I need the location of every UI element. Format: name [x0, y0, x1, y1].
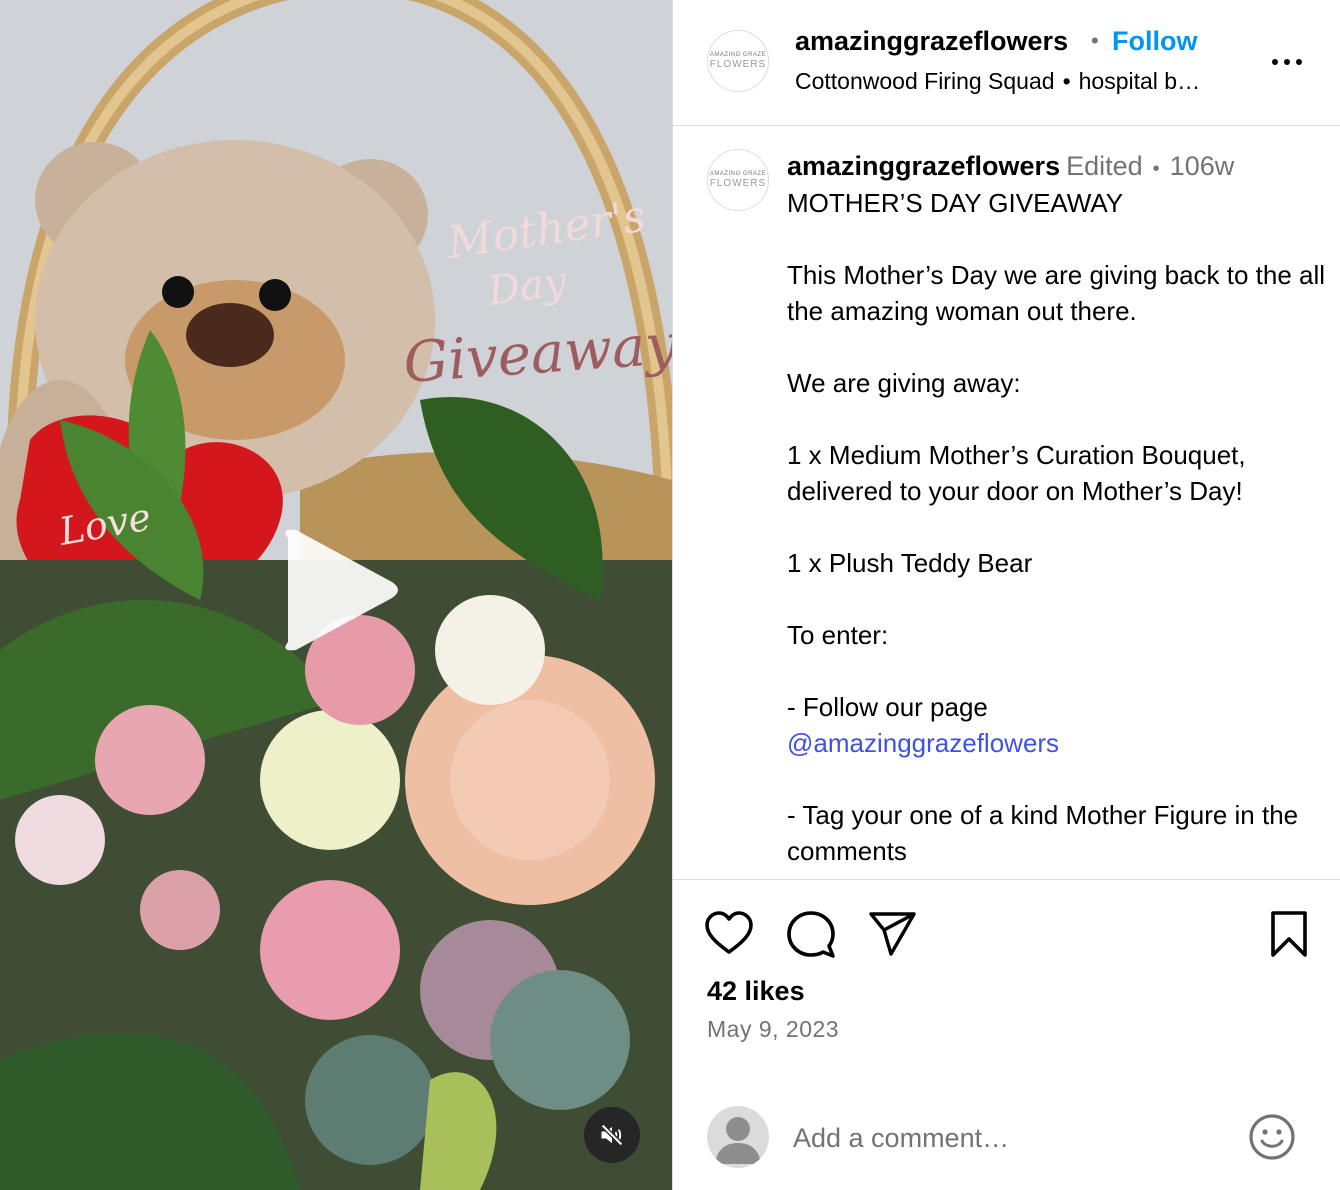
post-date[interactable]: May 9, 2023 — [707, 1016, 839, 1043]
like-heart-icon[interactable] — [703, 908, 755, 960]
caption-line — [787, 761, 1327, 797]
caption-line: This Mother’s Day we are giving back to … — [787, 260, 1326, 326]
post-age[interactable]: 106w — [1170, 151, 1235, 181]
caption-username[interactable]: amazinggrazeflowers — [787, 151, 1060, 181]
caption-line: MOTHER’S DAY GIVEAWAY — [787, 188, 1124, 218]
caption-line — [787, 509, 1327, 545]
mention-link[interactable]: @amazinggrazeflowers — [787, 728, 1059, 758]
post-actions: 42 likes May 9, 2023 — [673, 879, 1340, 1190]
post-details-panel: AMAZING GRAZE FLOWERS amazinggrazeflower… — [672, 0, 1340, 1190]
caption-line — [787, 401, 1327, 437]
caption-line: 1 x Medium Mother’s Curation Bouquet, de… — [787, 440, 1246, 506]
header-username[interactable]: amazinggrazeflowers — [795, 26, 1068, 57]
caption-line: We are giving away: — [787, 368, 1021, 398]
share-icon[interactable] — [867, 908, 919, 960]
caption-line: - Tag your one of a kind Mother Figure i… — [787, 800, 1299, 866]
emoji-icon[interactable] — [1247, 1112, 1297, 1162]
location-link[interactable]: hospital b… — [1079, 68, 1200, 94]
muted-speaker-icon[interactable] — [584, 1107, 640, 1163]
caption-line: 1 x Plush Teddy Bear — [787, 548, 1033, 578]
caption-text: MOTHER’S DAY GIVEAWAY This Mother’s Day … — [787, 185, 1327, 869]
avatar-logo-line2: FLOWERS — [709, 59, 767, 70]
edited-label: Edited — [1066, 151, 1143, 181]
comment-input[interactable] — [793, 1118, 1233, 1158]
caption-line — [787, 221, 1327, 257]
post-header: AMAZING GRAZE FLOWERS amazinggrazeflower… — [673, 0, 1340, 126]
caption-line: @amazinggrazeflowers — [787, 725, 1327, 761]
play-icon[interactable] — [270, 520, 410, 660]
profile-avatar[interactable]: AMAZING GRAZE FLOWERS — [707, 30, 769, 92]
subtitle-separator: • — [1062, 68, 1071, 94]
more-options-icon[interactable] — [1269, 50, 1309, 74]
caption-line — [787, 653, 1327, 689]
follow-button[interactable]: Follow — [1112, 26, 1197, 57]
caption-line: - Follow our page — [787, 692, 988, 722]
avatar-logo-line2: FLOWERS — [709, 178, 767, 189]
caption-line: To enter: — [787, 620, 889, 650]
header-subtitle: Cottonwood Firing Squad • hospital b… — [795, 68, 1200, 95]
header-separator: • — [1091, 28, 1099, 53]
audio-track-link[interactable]: Cottonwood Firing Squad — [795, 68, 1055, 94]
current-user-avatar — [707, 1106, 769, 1168]
post-video[interactable]: Mother's Day Giveaway Love — [0, 0, 672, 1190]
add-comment-row — [673, 1098, 1340, 1190]
avatar-logo-line1: AMAZING GRAZE — [709, 52, 767, 58]
caption-section: AMAZING GRAZE FLOWERS amazinggrazeflower… — [673, 127, 1340, 879]
caption-separator: • — [1152, 158, 1160, 180]
caption-meta: amazinggrazeflowers Edited • 106w — [787, 151, 1234, 182]
comment-icon[interactable] — [785, 908, 837, 960]
avatar-logo-line1: AMAZING GRAZE — [709, 171, 767, 177]
caption-line — [787, 581, 1327, 617]
likes-count[interactable]: 42 likes — [707, 976, 805, 1007]
caption-line — [787, 329, 1327, 365]
caption-avatar[interactable]: AMAZING GRAZE FLOWERS — [707, 149, 769, 211]
save-bookmark-icon[interactable] — [1263, 908, 1315, 960]
